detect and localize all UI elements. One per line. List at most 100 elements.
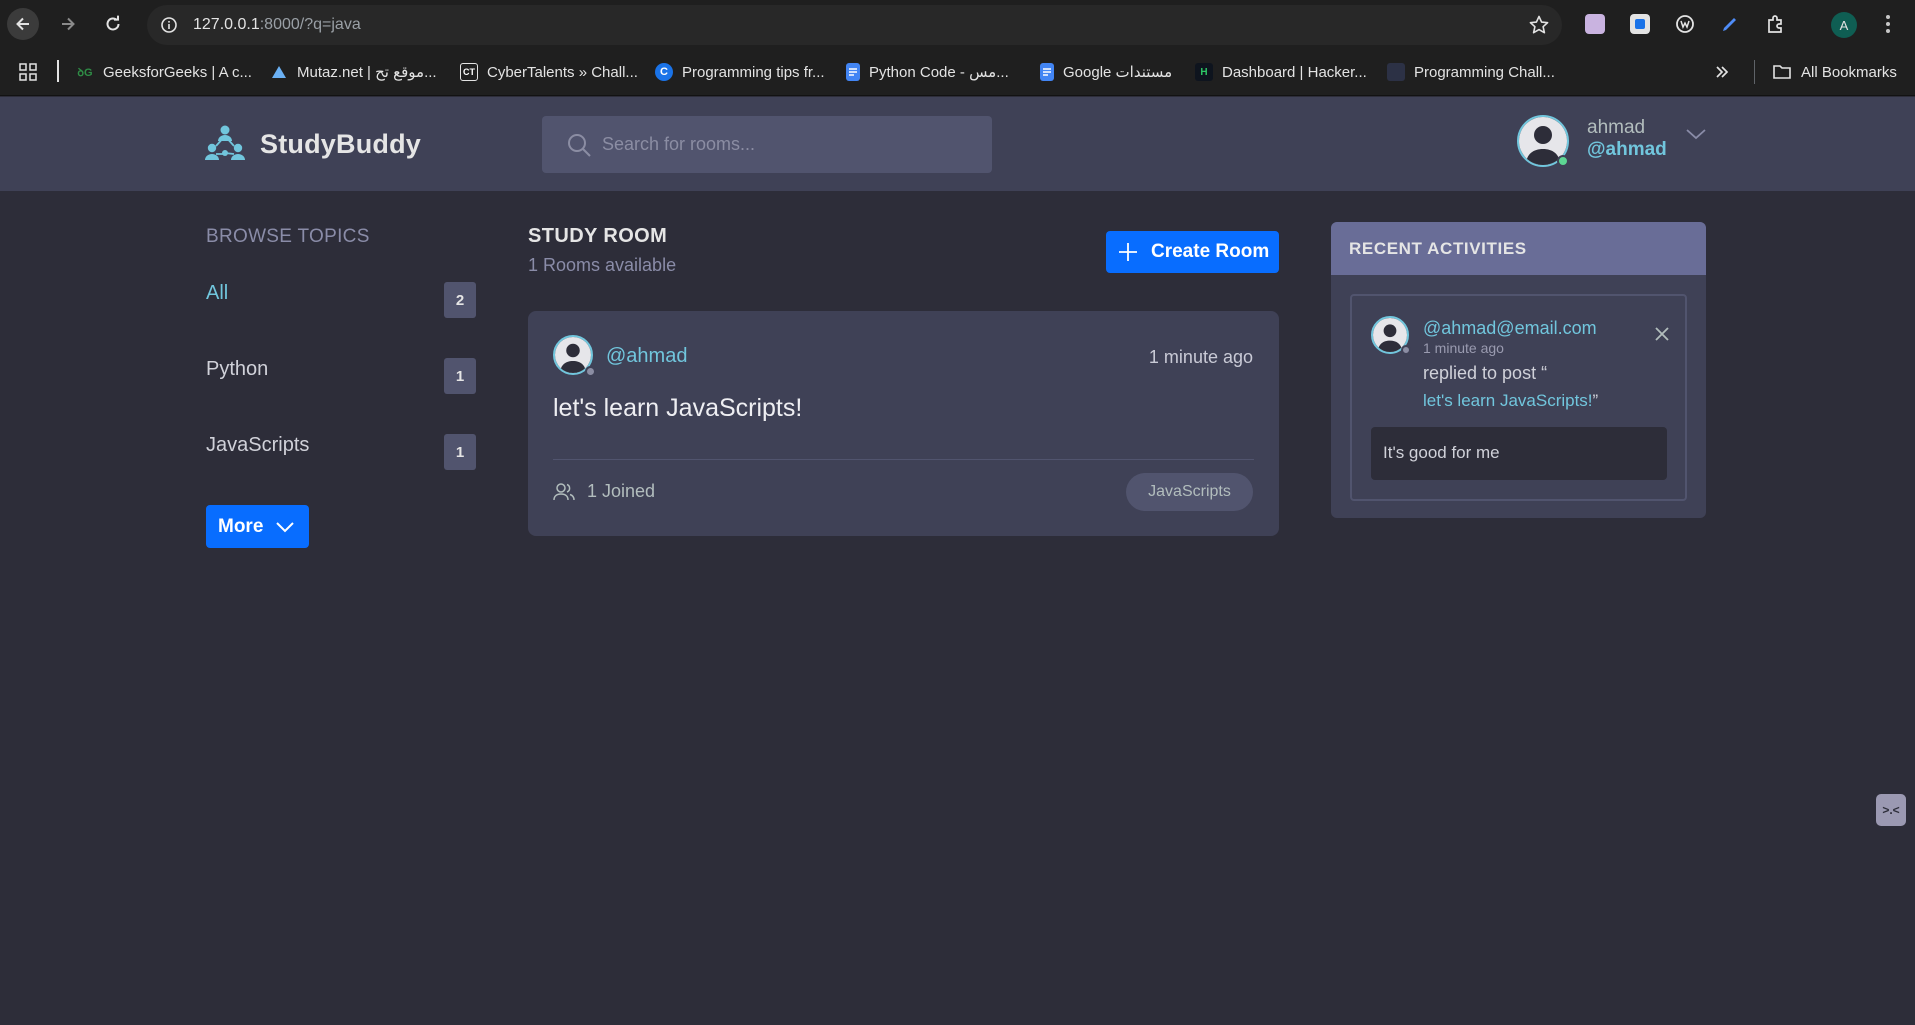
bookmark-item[interactable]: H Dashboard | Hacker... bbox=[1195, 61, 1367, 83]
topic-item-javascripts[interactable]: JavaScripts 1 bbox=[206, 430, 476, 472]
bookmark-item[interactable]: Google مستندات bbox=[1040, 61, 1172, 83]
extensions-menu-button[interactable] bbox=[1764, 12, 1788, 36]
dot-icon bbox=[1886, 15, 1890, 19]
joined-count: 1 Joined bbox=[587, 481, 656, 501]
forward-button[interactable] bbox=[52, 8, 84, 40]
create-room-button[interactable]: Create Room bbox=[1106, 231, 1279, 273]
bookmark-label: Programming tips fr... bbox=[682, 63, 825, 81]
dot-icon bbox=[1886, 29, 1890, 33]
plus-icon bbox=[1119, 243, 1137, 261]
browser-toolbar: 127.0.0.1:8000/?q=java A bbox=[0, 0, 1915, 48]
offline-status-dot bbox=[1401, 345, 1411, 355]
bookmark-item[interactable]: Python Code - مس... bbox=[846, 61, 1009, 83]
topic-name: JavaScripts bbox=[206, 434, 310, 456]
search-input[interactable] bbox=[602, 116, 982, 173]
brand-logo-link[interactable]: StudyBuddy bbox=[204, 124, 421, 164]
url-path: :8000/?q=java bbox=[259, 16, 361, 33]
room-title-link[interactable]: let's learn JavaScripts! bbox=[553, 394, 802, 423]
bookmark-star-button[interactable] bbox=[1528, 14, 1550, 36]
blank-page-icon bbox=[1387, 63, 1405, 81]
users-icon bbox=[553, 482, 575, 500]
more-topics-button[interactable]: More bbox=[206, 505, 309, 548]
bookmark-label: Dashboard | Hacker... bbox=[1222, 63, 1367, 81]
topic-count-badge: 1 bbox=[444, 358, 476, 394]
activity-timestamp: 1 minute ago bbox=[1423, 340, 1504, 356]
back-button[interactable] bbox=[7, 8, 39, 40]
extension-button[interactable] bbox=[1673, 12, 1697, 36]
cybertalents-icon: CT bbox=[460, 63, 478, 81]
bookmark-label: Python Code - مس... bbox=[869, 64, 1009, 81]
docs-icon bbox=[1040, 63, 1054, 81]
bookmark-label: Mutaz.net | موقع تح... bbox=[297, 64, 437, 81]
hexagon-extension-icon bbox=[1630, 14, 1650, 34]
bookmarks-separator bbox=[57, 60, 59, 82]
cat-face-icon: >.< bbox=[1882, 803, 1900, 817]
app-header: StudyBuddy ahmad @ahmad bbox=[0, 97, 1915, 191]
bookmark-label: Google مستندات bbox=[1063, 64, 1173, 81]
activity-item: @ahmad@email.com 1 minute ago replied to… bbox=[1350, 294, 1687, 501]
recent-activities-panel: RECENT ACTIVITIES @ahmad@email.com 1 min… bbox=[1331, 222, 1706, 518]
chevron-down-icon bbox=[276, 521, 295, 532]
activity-post-link[interactable]: let's learn JavaScripts! bbox=[1423, 391, 1593, 410]
search-bar[interactable] bbox=[542, 116, 992, 173]
bookmark-label: CyberTalents » Chall... bbox=[487, 63, 638, 81]
more-bookmarks-button[interactable] bbox=[1714, 61, 1730, 83]
user-handle: @ahmad bbox=[1587, 139, 1667, 160]
room-topic-tag[interactable]: JavaScripts bbox=[1126, 473, 1253, 511]
close-icon[interactable] bbox=[1654, 326, 1670, 342]
bookmarks-divider bbox=[1754, 60, 1755, 84]
card-divider bbox=[553, 459, 1254, 460]
info-icon bbox=[161, 17, 177, 33]
reload-button[interactable] bbox=[97, 8, 129, 40]
reload-icon bbox=[106, 15, 120, 31]
bookmark-item[interactable]: C Programming tips fr... bbox=[655, 61, 825, 83]
search-icon bbox=[568, 134, 591, 157]
extension-button[interactable] bbox=[1628, 12, 1652, 36]
offline-status-dot bbox=[585, 366, 596, 377]
user-menu[interactable]: ahmad @ahmad bbox=[1517, 115, 1707, 171]
online-status-dot bbox=[1557, 155, 1569, 167]
profile-avatar[interactable]: A bbox=[1831, 12, 1857, 38]
site-info-button[interactable] bbox=[155, 11, 183, 39]
bookmark-item[interactable]: ꝺG GeeksforGeeks | A c... bbox=[76, 61, 252, 83]
puzzle-icon bbox=[1768, 15, 1782, 33]
address-bar[interactable]: 127.0.0.1:8000/?q=java bbox=[147, 5, 1562, 45]
room-participants: 1 Joined bbox=[553, 481, 655, 502]
folder-icon bbox=[1773, 65, 1791, 79]
topic-name: Python bbox=[206, 358, 269, 380]
url-host: 127.0.0.1 bbox=[193, 16, 260, 33]
extension-button[interactable] bbox=[1718, 12, 1742, 36]
mutaz-icon bbox=[270, 63, 288, 81]
bookmark-item[interactable]: Mutaz.net | موقع تح... bbox=[270, 61, 437, 83]
browser-menu-button[interactable] bbox=[1880, 12, 1896, 36]
more-label: More bbox=[218, 515, 264, 537]
bookmark-item[interactable]: Programming Chall... bbox=[1387, 61, 1555, 83]
studybuddy-logo-icon bbox=[205, 125, 245, 160]
floating-extension-widget[interactable]: >.< bbox=[1876, 794, 1906, 826]
activity-user-link[interactable]: @ahmad@email.com bbox=[1423, 318, 1597, 339]
bookmarks-bar: ꝺG GeeksforGeeks | A c... Mutaz.net | موق… bbox=[0, 48, 1915, 96]
browse-topics-heading: BROWSE TOPICS bbox=[206, 226, 370, 247]
extension-button[interactable] bbox=[1583, 12, 1607, 36]
chevron-down-icon[interactable] bbox=[1685, 127, 1707, 141]
bookmark-label: Programming Chall... bbox=[1414, 63, 1555, 81]
bookmark-item[interactable]: CT CyberTalents » Chall... bbox=[460, 61, 638, 83]
room-host-link[interactable]: @ahmad bbox=[606, 345, 687, 368]
cat-extension-icon bbox=[1585, 14, 1605, 34]
wordtune-icon bbox=[1676, 15, 1694, 33]
topic-item-python[interactable]: Python 1 bbox=[206, 354, 476, 396]
apps-button[interactable] bbox=[19, 61, 37, 83]
pen-extension-icon bbox=[1723, 18, 1736, 31]
activities-title: RECENT ACTIVITIES bbox=[1349, 239, 1527, 258]
study-room-heading: STUDY ROOM bbox=[528, 225, 668, 247]
bookmark-label: GeeksforGeeks | A c... bbox=[103, 63, 252, 81]
brand-name: StudyBuddy bbox=[260, 128, 421, 159]
room-timestamp: 1 minute ago bbox=[1148, 347, 1253, 367]
closing-quote: ” bbox=[1592, 391, 1599, 410]
rooms-available-count: 1 Rooms available bbox=[528, 255, 677, 275]
url-text[interactable]: 127.0.0.1:8000/?q=java bbox=[193, 16, 361, 34]
all-bookmarks-button[interactable]: All Bookmarks bbox=[1772, 61, 1897, 83]
activity-post-line: let's learn JavaScripts!” bbox=[1423, 391, 1598, 411]
topic-item-all[interactable]: All 2 bbox=[206, 278, 476, 320]
room-card: @ahmad 1 minute ago let's learn JavaScri… bbox=[528, 311, 1279, 536]
